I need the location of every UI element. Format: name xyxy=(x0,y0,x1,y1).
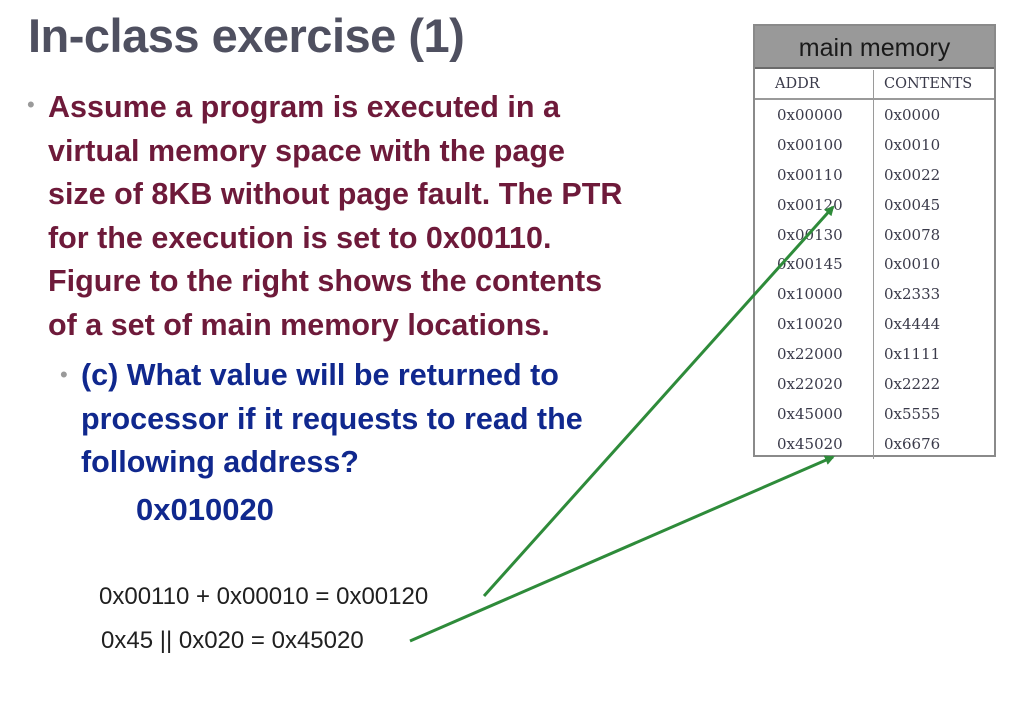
main-bullet-line: size of 8KB without page fault. The PTR xyxy=(48,177,623,211)
addr-cell: 0x10020 xyxy=(755,309,874,340)
main-bullet-line: for the execution is set to 0x00110. xyxy=(48,220,552,255)
contents-cell: 0x0078 xyxy=(884,225,941,244)
main-bullet-line: Figure to the right shows the contents xyxy=(48,264,603,298)
contents-cell: 0x1111 xyxy=(884,345,941,364)
main-bullet-line: virtual memory space with the page xyxy=(48,133,565,168)
calculation-concat: 0x45 || 0x020 = 0x45020 xyxy=(101,627,364,654)
table-row: 0x22020 0x2222 xyxy=(755,369,994,399)
contents-cell: 0x5555 xyxy=(884,404,941,423)
contents-cell: 0x0000 xyxy=(884,105,941,124)
contents-cell: 0x0022 xyxy=(884,165,941,184)
sub-bullet-text: (c) What value will be returned to proce… xyxy=(81,354,583,485)
contents-column-header: CONTENTS xyxy=(873,70,994,100)
contents-cell: 0x0010 xyxy=(884,255,941,274)
addr-cell: 0x22020 xyxy=(755,369,874,399)
addr-column-header: ADDR xyxy=(755,70,874,100)
contents-cell: 0x2333 xyxy=(884,285,941,304)
main-bullet-line: Assume a program is executed in a xyxy=(48,90,560,124)
addr-cell: 0x00145 xyxy=(755,249,874,280)
memory-table: ADDR CONTENTS 0x00000 0x0000 0x00100 0x001… xyxy=(755,70,994,459)
requested-address: 0x010020 xyxy=(136,492,274,527)
addr-cell: 0x00130 xyxy=(755,219,874,250)
sub-bullet-line: following address? xyxy=(81,445,359,479)
sub-bullet-dot: • xyxy=(60,362,68,387)
table-row: 0x00145 0x0010 xyxy=(755,249,994,280)
main-bullet-line: of a set of main memory locations. xyxy=(48,307,550,342)
slide-title: In-class exercise (1) xyxy=(28,9,465,62)
addr-cell: 0x00000 xyxy=(755,99,874,130)
contents-cell: 0x0010 xyxy=(884,135,941,154)
sub-bullet-line: processor if it requests to read the xyxy=(81,401,583,436)
addr-cell: 0x10000 xyxy=(755,279,874,310)
addr-cell: 0x45020 xyxy=(755,428,874,459)
arrow-to-0x45020 xyxy=(409,455,835,643)
bullet-dot: • xyxy=(27,92,35,117)
table-row: 0x22000 0x1111 xyxy=(755,339,994,370)
addr-cell: 0x00100 xyxy=(755,129,874,160)
table-row: 0x45020 0x6676 xyxy=(755,428,994,459)
table-row: 0x00110 0x0022 xyxy=(755,159,994,190)
table-row: 0x00130 0x0078 xyxy=(755,219,994,250)
table-row: 0x00000 0x0000 xyxy=(755,99,994,130)
table-row: 0x10020 0x4444 xyxy=(755,309,994,340)
table-row: 0x00120 0x0045 xyxy=(755,189,994,220)
addr-cell: 0x00110 xyxy=(755,159,874,190)
addr-cell: 0x00120 xyxy=(755,189,874,220)
main-bullet-text: Assume a program is executed in a virtua… xyxy=(48,86,622,347)
table-row: 0x00100 0x0010 xyxy=(755,129,994,160)
table-row: 0x10000 0x2333 xyxy=(755,279,994,310)
contents-cell: 0x2222 xyxy=(884,374,941,393)
contents-cell: 0x0045 xyxy=(884,195,941,214)
addr-cell: 0x45000 xyxy=(755,398,874,429)
addr-cell: 0x22000 xyxy=(755,339,874,370)
main-memory-title: main memory xyxy=(755,26,994,69)
main-memory-table: main memory ADDR CONTENTS 0x00000 0x0000 … xyxy=(753,24,996,459)
contents-cell: 0x4444 xyxy=(884,315,941,334)
calculation-ptr: 0x00110 + 0x00010 = 0x00120 xyxy=(99,583,429,610)
sub-bullet-line: (c) What value will be returned to xyxy=(81,358,559,392)
contents-cell: 0x6676 xyxy=(884,434,941,453)
table-row: 0x45000 0x5555 xyxy=(755,398,994,429)
